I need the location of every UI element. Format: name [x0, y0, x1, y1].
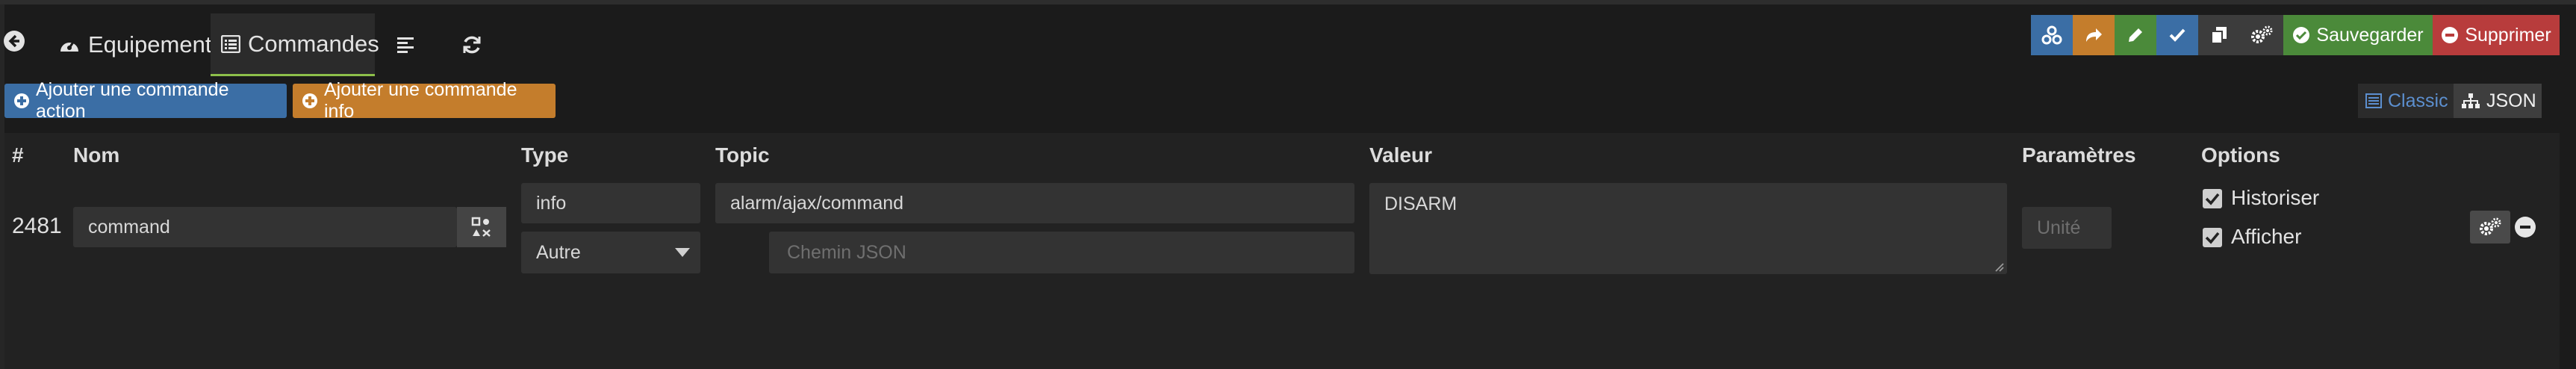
json-path-input[interactable]: Chemin JSON	[769, 232, 1354, 273]
cogs-icon	[2250, 25, 2273, 45]
header-id: #	[12, 143, 24, 167]
refresh-icon	[461, 34, 483, 56]
icon-picker-icon	[471, 217, 492, 238]
unit-input[interactable]: Unité	[2022, 207, 2112, 249]
edit-button[interactable]	[2115, 15, 2156, 55]
header-value: Valeur	[1369, 143, 1433, 167]
tab-refresh[interactable]	[442, 13, 502, 76]
header-options: Options	[2201, 143, 2280, 167]
value-textarea[interactable]: DISARM	[1369, 183, 2007, 274]
command-config-button[interactable]	[2470, 211, 2510, 244]
topic-input[interactable]: alarm/ajax/command	[715, 183, 1354, 223]
list-alt-icon	[2365, 93, 2382, 108]
plus-circle-icon	[302, 93, 318, 109]
command-name-input[interactable]: command	[73, 207, 457, 247]
tab-commandes-label: Commandes	[248, 30, 379, 57]
type-field: info	[521, 183, 700, 223]
dependency-button[interactable]	[2031, 15, 2073, 55]
validate-button[interactable]	[2156, 15, 2198, 55]
cogs-cluster-icon	[2041, 25, 2062, 45]
add-action-label: Ajouter une commande action	[36, 79, 229, 122]
afficher-checkbox[interactable]	[2203, 228, 2222, 247]
sitemap-icon	[2461, 93, 2480, 109]
tab-equipement-label: Equipement	[88, 31, 212, 58]
save-label: Sauvegarder	[2316, 24, 2424, 46]
arrow-circle-left-icon[interactable]	[3, 30, 33, 60]
share-icon	[2084, 26, 2103, 44]
header-type: Type	[521, 143, 569, 167]
align-left-icon	[396, 36, 416, 54]
afficher-label: Afficher	[2231, 225, 2302, 248]
tab-equipement[interactable]: Equipement	[52, 13, 211, 76]
tab-align-left[interactable]	[376, 13, 436, 76]
check-icon	[2168, 26, 2186, 44]
json-mode-button[interactable]: JSON	[2454, 84, 2542, 118]
add-info-command-button[interactable]: Ajouter une commande info	[293, 79, 556, 122]
header-params: Paramètres	[2022, 143, 2136, 167]
minus-circle-icon	[2441, 26, 2459, 44]
add-action-command-button[interactable]: Ajouter une commande action	[4, 79, 287, 122]
header-topic: Topic	[715, 143, 770, 167]
header-name: Nom	[73, 143, 120, 167]
check-circle-icon	[2292, 26, 2310, 44]
top-strip	[0, 0, 2576, 4]
remove-command-button[interactable]	[2515, 217, 2536, 238]
command-id: 2481	[12, 214, 62, 238]
advanced-config-button[interactable]	[2240, 15, 2283, 55]
list-alt-icon	[221, 34, 240, 53]
historiser-label: Historiser	[2231, 186, 2320, 209]
delete-label: Supprimer	[2465, 24, 2551, 46]
copy-button[interactable]	[2198, 15, 2240, 55]
copy-icon	[2211, 26, 2227, 44]
delete-button[interactable]: Supprimer	[2433, 15, 2560, 55]
subtype-value: Autre	[536, 241, 581, 263]
historiser-checkbox[interactable]	[2203, 189, 2222, 208]
caret-down-icon	[675, 248, 690, 257]
plus-circle-icon	[13, 93, 30, 109]
icon-picker-button[interactable]	[457, 207, 506, 247]
tachometer-icon	[58, 35, 81, 55]
add-info-label: Ajouter une commande info	[324, 79, 517, 122]
save-button[interactable]: Sauvegarder	[2283, 15, 2433, 55]
resize-handle-icon[interactable]	[1994, 261, 2004, 272]
cogs-icon	[2479, 217, 2501, 237]
pencil-icon	[2127, 26, 2144, 44]
tab-commandes[interactable]: Commandes	[211, 13, 379, 76]
minus-icon	[2520, 226, 2530, 229]
json-label: JSON	[2486, 90, 2536, 111]
subtype-select[interactable]: Autre	[521, 232, 700, 273]
classic-mode-button[interactable]: Classic	[2358, 84, 2454, 118]
share-button[interactable]	[2073, 15, 2115, 55]
classic-label: Classic	[2388, 90, 2448, 111]
